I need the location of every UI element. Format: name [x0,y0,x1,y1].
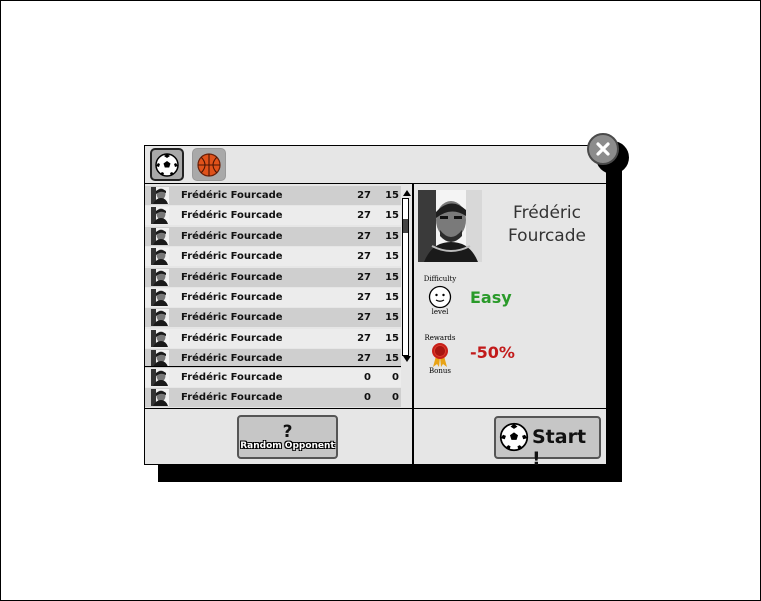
player-stat-2: 15 [385,251,399,263]
player-avatar [151,329,169,347]
player-avatar [151,248,169,266]
player-name: Frédéric Fourcade [181,353,283,365]
random-opponent-label: Random Opponent [240,440,335,451]
list-item[interactable]: Frédéric Fourcade 27 15 [145,226,401,246]
rewards-sublabel: Bonus [429,367,451,375]
player-name: Frédéric Fourcade [181,292,283,303]
opponent-first-name: Frédéric [513,203,581,223]
player-stat-2: 15 [385,190,399,201]
player-name: Frédéric Fourcade [181,271,283,283]
list-item[interactable]: Frédéric Fourcade 27 15 [145,267,401,287]
list-item[interactable]: Frédéric Fourcade 27 15 [145,247,401,267]
start-area: Start ! [414,408,606,470]
player-stat-2: 15 [385,292,399,303]
start-label: Start ! [532,426,587,470]
random-opponent-button[interactable]: ? Random Opponent [237,415,338,459]
player-name: Frédéric Fourcade [181,372,283,383]
question-mark-icon: ? [282,421,293,442]
player-stat-2: 15 [385,353,399,365]
list-item[interactable]: Frédéric Fourcade 27 15 [145,308,401,328]
tab-basketball[interactable] [192,148,226,181]
opponent-name: Frédéric Fourcade [502,202,592,248]
list-item[interactable]: Frédéric Fourcade 0 0 [145,388,401,407]
random-area: ? Random Opponent [145,408,414,465]
player-stat-1: 27 [357,292,371,303]
basketball-icon [197,152,221,177]
player-avatar [151,268,169,286]
player-stat-1: 27 [357,251,371,263]
player-stat-1: 0 [364,392,371,403]
player-avatar [151,389,169,406]
player-stat-1: 27 [357,332,371,344]
opponent-list: Frédéric Fourcade 27 15 Frédéric Fourcade 27… [145,184,414,408]
smiley-face-icon [428,285,452,309]
difficulty-sublabel: level [431,308,449,316]
player-stat-1: 27 [357,230,371,242]
scroll-down-arrow-icon[interactable] [403,356,411,362]
list-separator [145,366,401,367]
opponent-details: Frédéric Fourcade Difficulty level Easy … [414,184,606,408]
list-item[interactable]: Frédéric Fourcade 0 0 [145,368,401,387]
difficulty-value: Easy [470,288,512,307]
player-stat-2: 15 [385,210,399,222]
player-stat-1: 0 [364,372,371,383]
player-stat-1: 27 [357,190,371,201]
player-avatar [151,369,169,386]
sport-tabbar [145,146,606,184]
close-button[interactable] [587,133,619,165]
tab-soccer[interactable] [150,148,184,181]
player-stat-1: 27 [357,210,371,222]
player-stat-2: 0 [392,392,399,403]
player-stat-2: 15 [385,332,399,344]
player-avatar [151,350,169,368]
soccer-ball-icon [499,422,529,452]
close-icon [596,142,610,156]
opponent-photo [418,190,482,262]
player-name: Frédéric Fourcade [181,251,283,263]
player-stat-2: 15 [385,230,399,242]
player-name: Frédéric Fourcade [181,312,283,324]
list-item[interactable]: Frédéric Fourcade 27 15 [145,186,401,205]
soccer-ball-icon [155,152,179,177]
difficulty-label: Difficulty [423,275,457,283]
player-stat-1: 27 [357,271,371,283]
rewards-value: -50% [470,343,515,362]
player-avatar [151,289,169,306]
player-stat-1: 27 [357,353,371,365]
player-name: Frédéric Fourcade [181,332,283,344]
list-item[interactable]: Frédéric Fourcade 27 15 [145,288,401,307]
list-scrollbar[interactable] [400,190,412,362]
scroll-track[interactable] [402,198,409,356]
opponent-last-name: Fourcade [508,226,586,246]
player-name: Frédéric Fourcade [181,392,283,403]
player-name: Frédéric Fourcade [181,210,283,222]
player-stat-1: 27 [357,312,371,324]
list-item[interactable]: Frédéric Fourcade 27 15 [145,328,401,348]
player-avatar [151,187,169,204]
ribbon-medal-icon [432,343,448,367]
player-stat-2: 15 [385,271,399,283]
scroll-up-arrow-icon[interactable] [403,190,411,196]
rewards-label: Rewards [424,334,456,342]
player-avatar [151,207,169,225]
list-item[interactable]: Frédéric Fourcade 27 15 [145,206,401,226]
player-name: Frédéric Fourcade [181,190,283,201]
player-name: Frédéric Fourcade [181,230,283,242]
player-stat-2: 15 [385,312,399,324]
player-avatar [151,227,169,245]
player-stat-2: 0 [392,372,399,383]
opponent-dialog: Frédéric Fourcade 27 15 Frédéric Fourcade 27… [144,145,607,470]
player-avatar [151,309,169,327]
scroll-thumb[interactable] [403,219,408,233]
start-button[interactable]: Start ! [494,416,601,470]
